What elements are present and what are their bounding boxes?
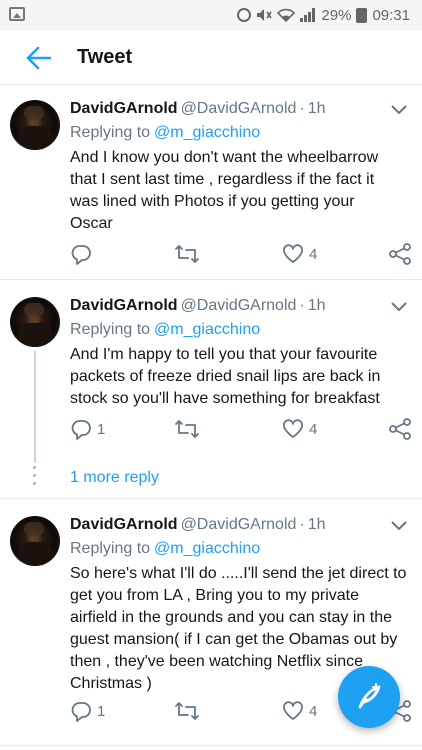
signal-icon bbox=[300, 8, 316, 22]
like-button[interactable]: 4 bbox=[282, 242, 317, 266]
mention-link[interactable]: @m_giacchino bbox=[154, 124, 260, 141]
like-count: 4 bbox=[309, 702, 318, 720]
author-handle[interactable]: @DavidGArnold bbox=[181, 516, 297, 533]
replying-label: Replying to bbox=[70, 124, 151, 141]
separator-dot: · bbox=[299, 297, 305, 314]
avatar[interactable] bbox=[10, 516, 60, 566]
reply-button[interactable]: 1 bbox=[70, 699, 105, 723]
tweet-time: 1h bbox=[307, 297, 326, 314]
separator-dot: · bbox=[299, 516, 305, 533]
tweet-actions: 4 bbox=[70, 242, 415, 266]
tweet-header: DavidGArnold @DavidGArnold · 1h bbox=[70, 297, 326, 315]
more-replies-row[interactable]: 1 more reply bbox=[0, 463, 422, 499]
retweet-icon bbox=[175, 420, 199, 438]
replying-label: Replying to bbox=[70, 540, 151, 557]
status-bar: 29% 09:31 bbox=[0, 0, 422, 30]
mention-link[interactable]: @m_giacchino bbox=[154, 540, 260, 557]
tweet-header: DavidGArnold @DavidGArnold · 1h bbox=[70, 100, 326, 118]
status-bar-indicators: 29% 09:31 bbox=[237, 5, 410, 25]
chevron-down-icon[interactable] bbox=[390, 301, 408, 313]
reply-count: 1 bbox=[97, 420, 106, 438]
replying-to: Replying to @m_giacchino bbox=[70, 124, 260, 142]
reply-button[interactable] bbox=[70, 242, 97, 266]
author-handle[interactable]: @DavidGArnold bbox=[181, 100, 297, 117]
like-count: 4 bbox=[309, 245, 318, 263]
like-button[interactable]: 4 bbox=[282, 699, 317, 723]
thread-line bbox=[34, 351, 36, 463]
reply-button[interactable]: 1 bbox=[70, 417, 105, 441]
share-icon bbox=[389, 418, 411, 440]
reply-icon bbox=[71, 420, 91, 440]
replying-to: Replying to @m_giacchino bbox=[70, 540, 260, 558]
reply-count: 1 bbox=[97, 702, 106, 720]
retweet-button[interactable] bbox=[174, 242, 200, 266]
author-handle[interactable]: @DavidGArnold bbox=[181, 297, 297, 314]
author-name[interactable]: DavidGArnold bbox=[70, 100, 178, 117]
heart-icon bbox=[283, 419, 303, 438]
reply-icon bbox=[71, 702, 91, 722]
like-count: 4 bbox=[309, 420, 318, 438]
avatar[interactable] bbox=[10, 100, 60, 150]
tweet-text: And I'm happy to tell you that your favo… bbox=[70, 346, 381, 407]
avatar[interactable] bbox=[10, 297, 60, 347]
tweet[interactable]: DavidGArnold @DavidGArnold · 1h Replying to… bbox=[0, 281, 422, 463]
divider bbox=[0, 745, 422, 746]
tweet[interactable]: DavidGArnold @DavidGArnold · 1h Replying to… bbox=[0, 86, 422, 280]
tweet-time: 1h bbox=[307, 100, 326, 117]
share-icon bbox=[389, 243, 411, 265]
thread-ellipsis bbox=[33, 466, 37, 490]
tweet-text: And I know you don't want the wheelbarro… bbox=[70, 149, 379, 232]
clock: 09:31 bbox=[372, 6, 410, 24]
app-header: Tweet bbox=[0, 30, 422, 85]
gallery-notification-icon bbox=[9, 7, 25, 21]
compose-feather-icon bbox=[358, 683, 381, 709]
author-name[interactable]: DavidGArnold bbox=[70, 516, 178, 533]
retweet-icon bbox=[175, 245, 199, 263]
mute-icon bbox=[257, 9, 273, 21]
back-arrow-icon[interactable] bbox=[24, 45, 52, 71]
compose-button[interactable] bbox=[338, 666, 400, 728]
battery-percent: 29% bbox=[321, 6, 352, 24]
like-button[interactable]: 4 bbox=[282, 417, 317, 441]
reply-icon bbox=[71, 245, 91, 265]
data-saver-icon bbox=[237, 8, 252, 22]
chevron-down-icon[interactable] bbox=[390, 520, 408, 532]
tweet-header: DavidGArnold @DavidGArnold · 1h bbox=[70, 516, 326, 534]
replying-label: Replying to bbox=[70, 321, 151, 338]
replying-to: Replying to @m_giacchino bbox=[70, 321, 260, 339]
retweet-button[interactable] bbox=[174, 699, 200, 723]
tweet-time: 1h bbox=[307, 516, 326, 533]
author-name[interactable]: DavidGArnold bbox=[70, 297, 178, 314]
share-button[interactable] bbox=[388, 242, 412, 266]
more-replies-link[interactable]: 1 more reply bbox=[70, 469, 159, 487]
chevron-down-icon[interactable] bbox=[390, 104, 408, 116]
mention-link[interactable]: @m_giacchino bbox=[154, 321, 260, 338]
retweet-icon bbox=[175, 702, 199, 720]
separator-dot: · bbox=[299, 100, 305, 117]
heart-icon bbox=[283, 701, 303, 720]
page-title: Tweet bbox=[77, 46, 133, 68]
wifi-icon bbox=[277, 8, 296, 22]
heart-icon bbox=[283, 244, 303, 263]
tweet-actions: 1 4 bbox=[70, 417, 415, 441]
retweet-button[interactable] bbox=[174, 417, 200, 441]
share-button[interactable] bbox=[388, 417, 412, 441]
battery-icon bbox=[356, 7, 368, 23]
